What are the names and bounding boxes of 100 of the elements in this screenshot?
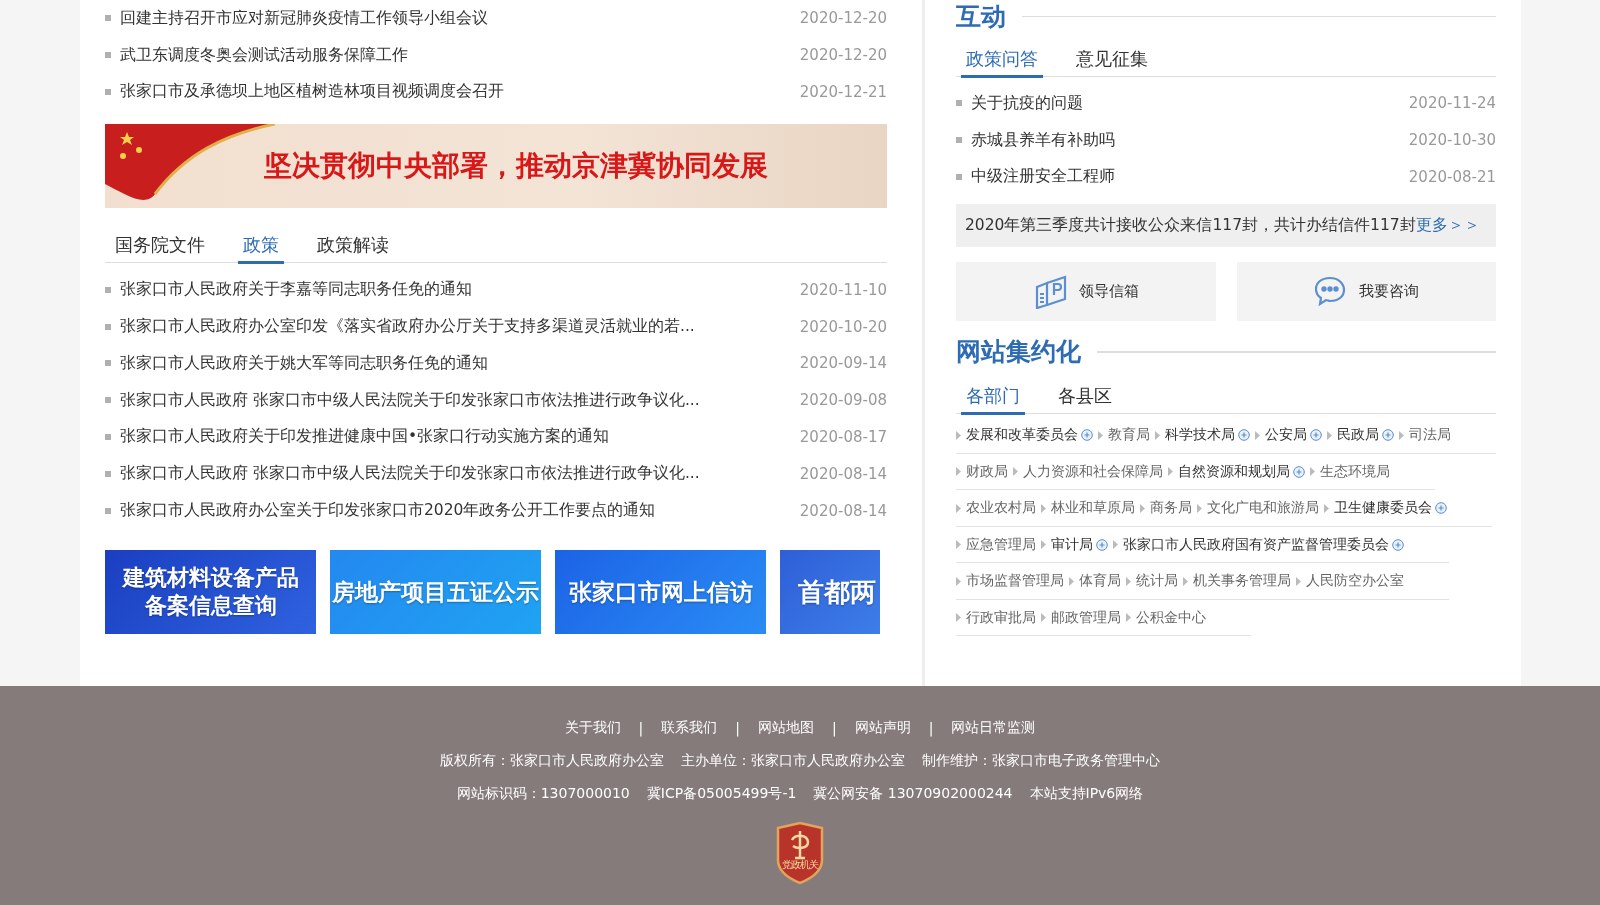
tab[interactable]: 政策解读 xyxy=(312,227,394,265)
news-link[interactable]: 中级注册安全工程师 xyxy=(971,166,1409,188)
service-button[interactable]: 领导信箱 xyxy=(956,262,1216,322)
department-link[interactable]: 卫生健康委员会 xyxy=(1324,499,1447,518)
footer-link[interactable]: 网站日常监测 xyxy=(951,718,1036,737)
caret-icon xyxy=(956,540,961,550)
tab[interactable]: 各县区 xyxy=(1053,378,1117,416)
banner-slogan: 坚决贯彻中央部署，推动京津冀协同发展 xyxy=(264,148,768,185)
news-link[interactable]: 张家口市人民政府办公室印发《落实省政府办公厅关于支持多渠道灵活就业的若... xyxy=(120,316,800,338)
department-link[interactable]: 人民防空办公室 xyxy=(1296,572,1404,591)
footer-text: 网站标识码：1307000010 xyxy=(456,784,630,803)
caret-icon xyxy=(1324,503,1329,513)
department-link[interactable]: 统计局 xyxy=(1126,572,1178,591)
footer-link[interactable]: 网站地图 xyxy=(758,718,814,737)
footer-text: 冀公网安备 13070902000244 xyxy=(813,784,1013,803)
department-link[interactable]: 林业和草原局 xyxy=(1041,499,1135,518)
tab[interactable]: 各部门 xyxy=(961,378,1025,416)
caret-icon xyxy=(1098,430,1103,440)
footer-link[interactable]: 网站声明 xyxy=(854,718,911,737)
caret-icon xyxy=(1041,503,1046,513)
news-date: 2020-08-17 xyxy=(799,427,887,446)
party-emblem[interactable]: 党政机关 xyxy=(775,822,825,884)
service-banner[interactable]: 建筑材料设备产品 备案信息查询 xyxy=(105,549,316,634)
department-link[interactable]: 行政审批局 xyxy=(956,608,1036,627)
news-link[interactable]: 回建主持召开市应对新冠肺炎疫情工作领导小组会议 xyxy=(120,7,800,29)
department-link[interactable]: 民政局 xyxy=(1327,426,1394,445)
caret-icon xyxy=(1140,503,1145,513)
bullet-icon xyxy=(105,286,111,293)
caret-icon xyxy=(1155,430,1160,440)
caret-icon xyxy=(956,430,961,440)
news-date: 2020-10-30 xyxy=(1408,131,1496,150)
notice-text: 2020年第三季度共计接收公众来信117封，共计办结信件117封 xyxy=(965,215,1416,237)
service-banner[interactable]: 首都两 xyxy=(780,549,880,634)
news-link[interactable]: 关于抗疫的问题 xyxy=(971,92,1409,114)
caret-icon xyxy=(1126,613,1131,623)
department-link[interactable]: 体育局 xyxy=(1069,572,1121,591)
caret-icon xyxy=(1197,503,1202,513)
department-link[interactable]: 司法局 xyxy=(1399,426,1451,445)
department-link[interactable]: 生态环境局 xyxy=(1310,462,1390,481)
bullet-icon xyxy=(105,89,111,95)
department-link[interactable]: 财政局 xyxy=(956,462,1008,481)
news-date: 2020-08-14 xyxy=(799,501,887,520)
department-link[interactable]: 科学技术局 xyxy=(1155,426,1250,445)
news-link[interactable]: 张家口市人民政府关于姚大军等同志职务任免的通知 xyxy=(120,352,800,374)
separator: | xyxy=(735,719,740,736)
tab[interactable]: 政策 xyxy=(238,227,284,265)
news-link[interactable]: 武卫东调度冬奥会测试活动服务保障工作 xyxy=(120,44,800,66)
department-link[interactable]: 应急管理局 xyxy=(956,535,1036,554)
tab[interactable]: 政策问答 xyxy=(961,41,1043,78)
footer-text: 本站支持IPv6网络 xyxy=(1029,784,1144,803)
bullet-icon xyxy=(956,137,962,144)
slogan-banner[interactable]: 坚决贯彻中央部署，推动京津冀协同发展 xyxy=(105,124,887,209)
news-link[interactable]: 张家口市人民政府办公室关于印发张家口市2020年政务公开工作要点的通知 xyxy=(120,500,800,522)
caret-icon xyxy=(956,503,961,513)
emblem-label: 党政机关 xyxy=(782,858,818,872)
service-button[interactable]: 我要咨询 xyxy=(1236,262,1496,322)
news-date: 2020-08-14 xyxy=(799,464,887,483)
caret-icon xyxy=(1327,430,1332,440)
department-link[interactable]: 农业农村局 xyxy=(956,499,1036,518)
news-link[interactable]: 张家口市人民政府关于李嘉等同志职务任免的通知 xyxy=(120,279,800,301)
caret-icon xyxy=(1168,467,1173,477)
department-link[interactable]: 自然资源和规划局 xyxy=(1168,462,1305,481)
footer-link[interactable]: 关于我们 xyxy=(564,718,621,737)
department-link[interactable]: 教育局 xyxy=(1098,426,1150,445)
news-link[interactable]: 赤城县养羊有补助吗 xyxy=(971,129,1409,151)
service-banner[interactable]: 房地产项目五证公示 xyxy=(330,549,541,634)
department-link[interactable]: 机关事务管理局 xyxy=(1183,572,1291,591)
department-link[interactable]: 张家口市人民政府国有资产监督管理委员会 xyxy=(1113,535,1404,554)
bullet-icon xyxy=(105,360,111,367)
tab[interactable]: 意见征集 xyxy=(1071,41,1153,78)
news-link[interactable]: 张家口市人民政府 张家口市中级人民法院关于印发张家口市依法推进行政争议化... xyxy=(120,389,800,411)
news-date: 2020-12-20 xyxy=(799,46,887,65)
bullet-icon xyxy=(105,397,111,404)
department-link[interactable]: 人力资源和社会保障局 xyxy=(1013,462,1163,481)
footer-text: 制作维护：张家口市电子政务管理中心 xyxy=(922,751,1160,770)
caret-icon xyxy=(1183,576,1188,586)
tab[interactable]: 国务院文件 xyxy=(110,227,210,265)
caret-icon xyxy=(1041,540,1046,550)
news-date: 2020-10-20 xyxy=(799,317,887,336)
department-link[interactable]: 公安局 xyxy=(1255,426,1322,445)
caret-icon xyxy=(1069,576,1074,586)
department-link[interactable]: 公积金中心 xyxy=(1126,608,1206,627)
department-link[interactable]: 文化广电和旅游局 xyxy=(1197,499,1319,518)
footer-link[interactable]: 联系我们 xyxy=(661,718,718,737)
news-link[interactable]: 张家口市及承德坝上地区植树造林项目视频调度会召开 xyxy=(120,81,800,103)
caret-icon xyxy=(1041,613,1046,623)
bullet-icon xyxy=(105,433,111,440)
department-link[interactable]: 市场监督管理局 xyxy=(956,572,1064,591)
separator: | xyxy=(638,719,644,736)
separator: | xyxy=(832,719,837,736)
news-link[interactable]: 张家口市人民政府 张家口市中级人民法院关于印发张家口市依法推进行政争议化... xyxy=(120,463,800,485)
footer-text: 版权所有：张家口市人民政府办公室 xyxy=(440,751,664,770)
department-link[interactable]: 商务局 xyxy=(1140,499,1192,518)
department-link[interactable]: 邮政管理局 xyxy=(1041,608,1121,627)
more-link[interactable]: 更多＞＞ xyxy=(1415,215,1480,237)
news-date: 2020-09-08 xyxy=(799,391,887,410)
department-link[interactable]: 发展和改革委员会 xyxy=(956,426,1093,445)
news-link[interactable]: 张家口市人民政府关于印发推进健康中国•张家口行动实施方案的通知 xyxy=(120,426,800,448)
department-link[interactable]: 审计局 xyxy=(1041,535,1108,554)
service-banner[interactable]: 张家口市网上信访 xyxy=(555,549,766,634)
